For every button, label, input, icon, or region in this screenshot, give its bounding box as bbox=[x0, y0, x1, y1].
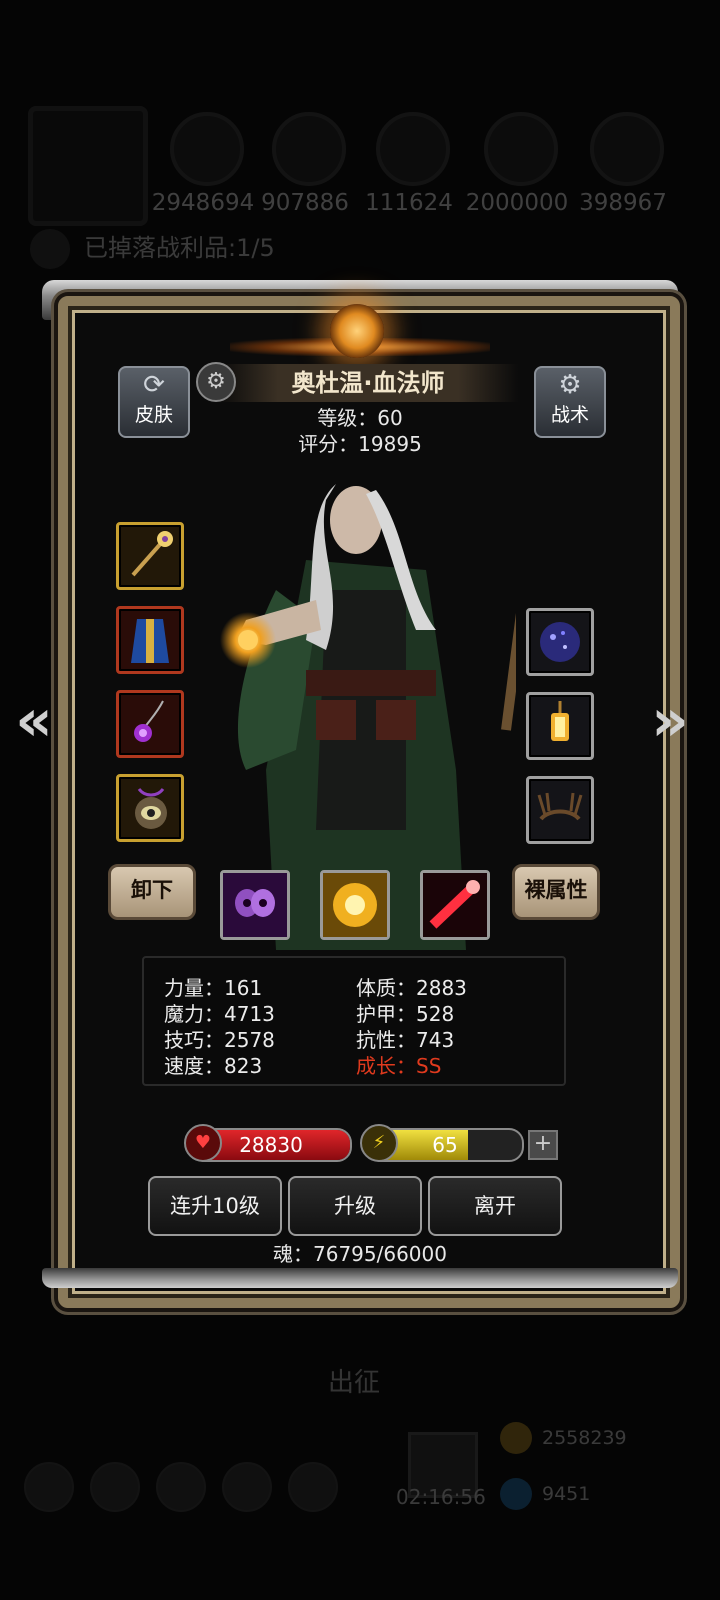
shadow-skull-skill-icon[interactable] bbox=[220, 870, 290, 940]
add-energy-button[interactable]: + bbox=[528, 1130, 558, 1160]
blood-missile-skill-icon[interactable] bbox=[420, 870, 490, 940]
resource-icon-4 bbox=[484, 112, 558, 186]
loot-icon bbox=[30, 229, 70, 269]
menu-icon bbox=[24, 1462, 74, 1512]
stat-growth: 成长：SS bbox=[356, 1054, 442, 1078]
lantern-icon[interactable] bbox=[526, 692, 594, 760]
stat-strength: 力量：161 bbox=[164, 976, 263, 1000]
soul-counter: 魂：76795/66000 bbox=[273, 1242, 447, 1266]
resource-icon-1 bbox=[170, 112, 244, 186]
shirt-refresh-icon: ⟳ bbox=[143, 370, 165, 400]
staff-icon[interactable] bbox=[116, 522, 184, 590]
menu-icon bbox=[156, 1462, 206, 1512]
unequip-button[interactable]: 卸下 bbox=[108, 864, 196, 920]
coin-icon bbox=[500, 1422, 532, 1454]
menu-icon bbox=[90, 1462, 140, 1512]
coin-value: 2558239 bbox=[542, 1427, 627, 1449]
robe-icon[interactable] bbox=[116, 606, 184, 674]
stats-panel: 力量：161 体质：2883 魔力：4713 护甲：528 技巧：2578 抗性… bbox=[142, 956, 566, 1086]
menu-icon bbox=[222, 1462, 272, 1512]
bare-attributes-button[interactable]: 裸属性 bbox=[512, 864, 600, 920]
gift-timer: 02:16:56 bbox=[396, 1485, 486, 1509]
orb-icon[interactable] bbox=[526, 608, 594, 676]
sun-emblem-icon bbox=[330, 304, 384, 358]
menu-icon bbox=[288, 1462, 338, 1512]
hero-settings-gear-icon[interactable]: ⚙ bbox=[196, 362, 236, 402]
stat-skill: 技巧：2578 bbox=[164, 1028, 275, 1052]
eye-charm-icon[interactable] bbox=[116, 774, 184, 842]
level-up-button[interactable]: 升级 bbox=[288, 1176, 422, 1236]
hero-score: 评分：19895 bbox=[298, 432, 422, 456]
resource-icon-5 bbox=[590, 112, 664, 186]
resource-value: 398967 bbox=[579, 190, 667, 216]
stat-armor: 护甲：528 bbox=[356, 1002, 455, 1026]
antler-crown-icon[interactable] bbox=[526, 776, 594, 844]
loot-status: 已掉落战利品:1/5 bbox=[30, 228, 275, 269]
previous-hero-arrow-icon[interactable]: « bbox=[10, 686, 58, 754]
frame-bottom-ornament bbox=[42, 1268, 678, 1288]
stat-magic: 魔力：4713 bbox=[164, 1002, 275, 1026]
lightning-icon: ⚡ bbox=[360, 1124, 398, 1162]
holy-burst-skill-icon[interactable] bbox=[320, 870, 390, 940]
next-hero-arrow-icon[interactable]: » bbox=[646, 686, 694, 754]
stat-resistance: 抗性：743 bbox=[356, 1028, 455, 1052]
tactics-button[interactable]: ⚙ 战术 bbox=[534, 366, 606, 438]
gem-value: 9451 bbox=[542, 1483, 591, 1505]
resource-icon-2 bbox=[272, 112, 346, 186]
tactics-label: 战术 bbox=[550, 404, 589, 426]
loot-text: 已掉落战利品:1/5 bbox=[84, 234, 275, 262]
stat-constitution: 体质：2883 bbox=[356, 976, 467, 1000]
skin-button[interactable]: ⟳ 皮肤 bbox=[118, 366, 190, 438]
stat-speed: 速度：823 bbox=[164, 1054, 263, 1078]
player-avatar bbox=[28, 106, 148, 226]
expedition-label: 出征 bbox=[328, 1368, 381, 1398]
hero-name: 奥杜温·血法师 bbox=[218, 364, 518, 402]
heart-icon: ♥ bbox=[184, 1124, 222, 1162]
skin-label: 皮肤 bbox=[134, 404, 173, 426]
hero-level: 等级：60 bbox=[317, 406, 403, 430]
amulet-icon[interactable] bbox=[116, 690, 184, 758]
gem-icon bbox=[500, 1478, 532, 1510]
leave-button[interactable]: 离开 bbox=[428, 1176, 562, 1236]
level-up-10-button[interactable]: 连升10级 bbox=[148, 1176, 282, 1236]
resource-icon-3 bbox=[376, 112, 450, 186]
gear-icon: ⚙ bbox=[558, 370, 582, 400]
